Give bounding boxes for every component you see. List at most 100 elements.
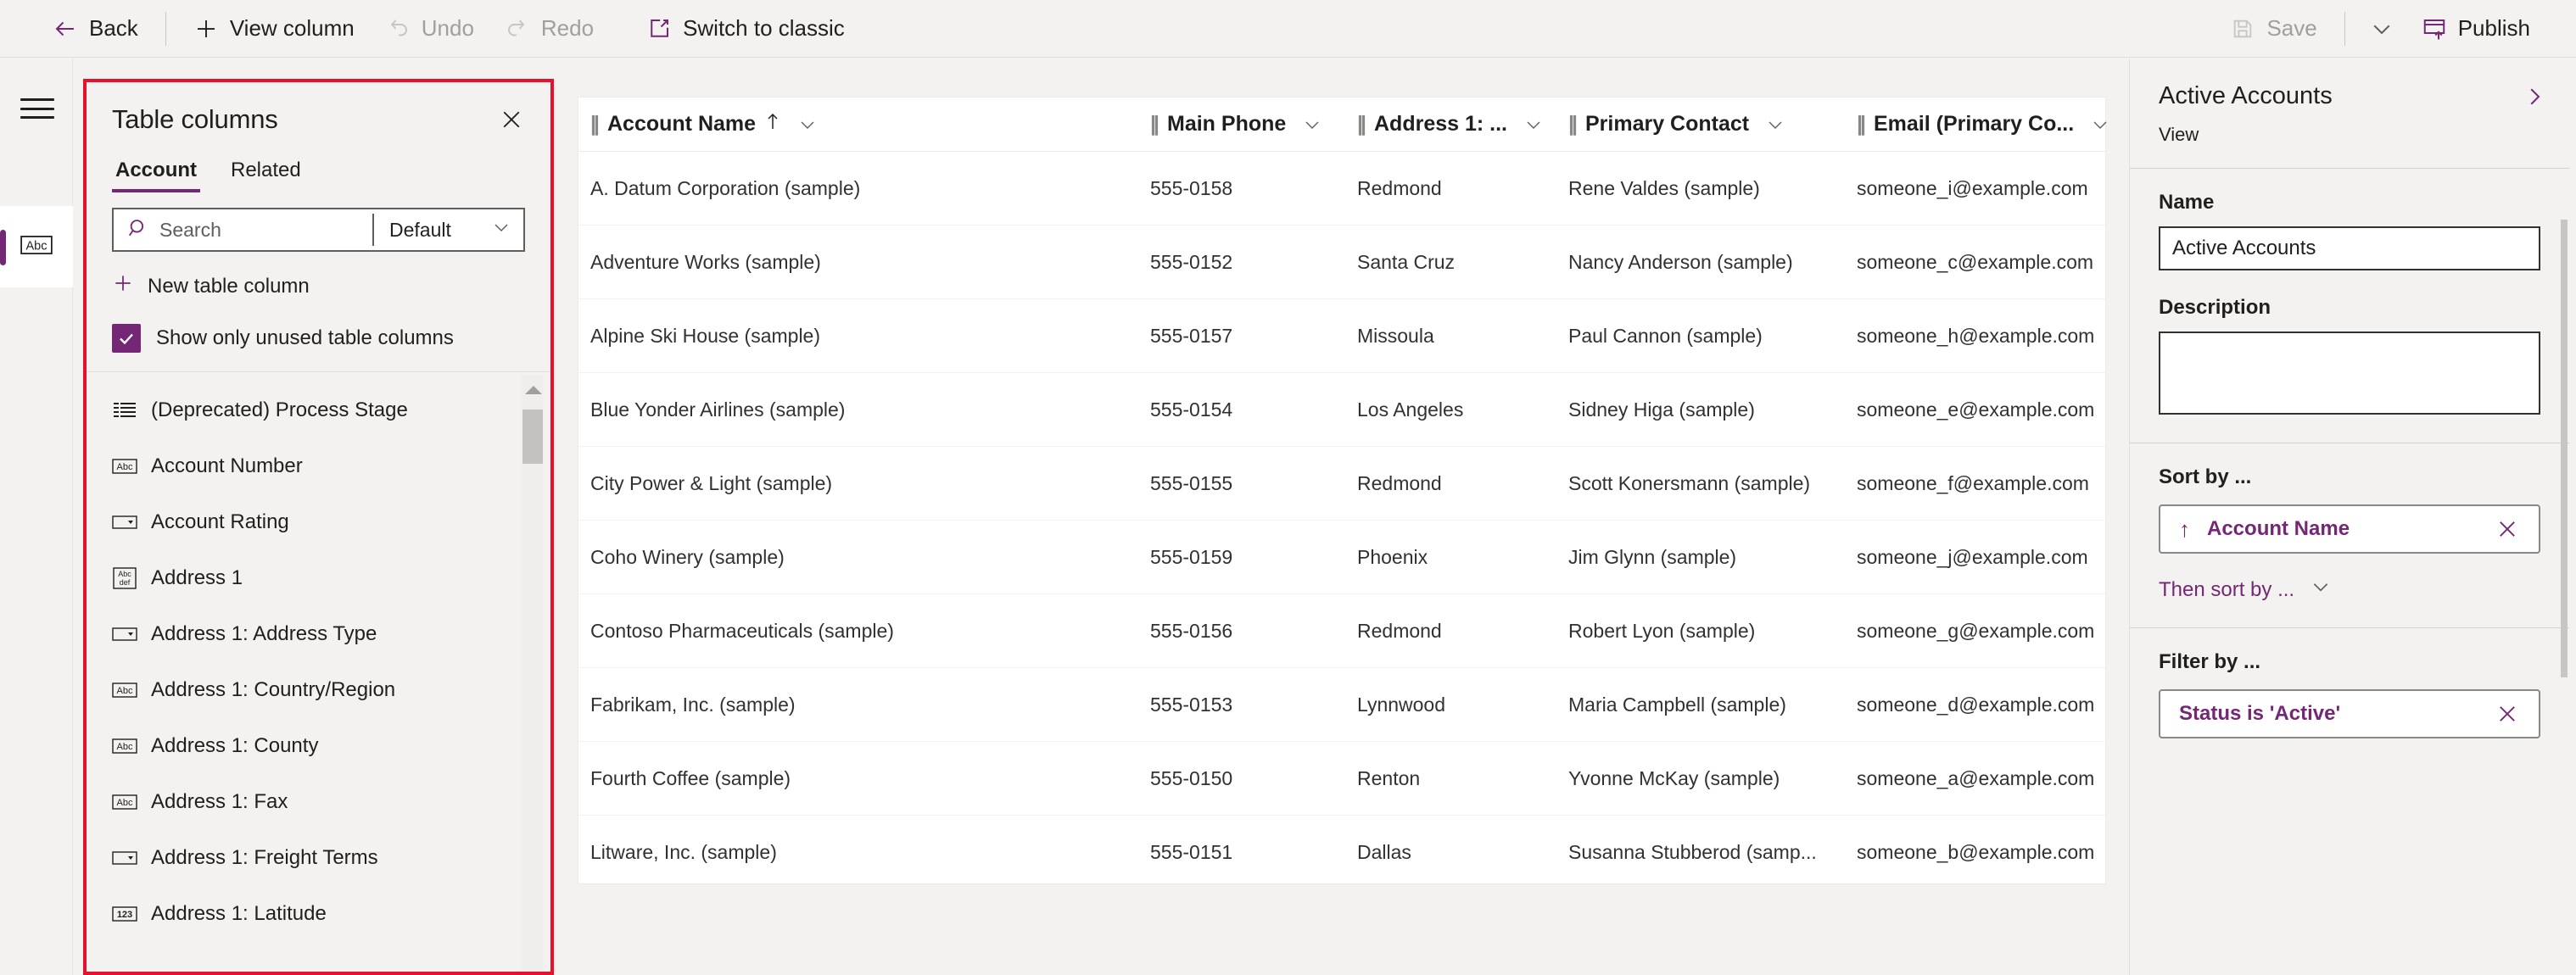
sort-ascending-arrow-icon: ↑ <box>2179 515 2190 542</box>
table-row[interactable]: Litware, Inc. (sample) 555-0151 Dallas S… <box>578 816 2105 889</box>
save-options-chevron-button[interactable] <box>2357 8 2406 49</box>
chevron-down-icon[interactable] <box>1523 114 1544 135</box>
tab-related[interactable]: Related <box>227 153 305 192</box>
list-item-label: Address 1: Fax <box>151 790 288 813</box>
then-sort-by-button[interactable]: Then sort by ... <box>2159 576 2540 604</box>
arrow-left-icon <box>53 16 78 42</box>
cell-account-name: Alpine Ski House (sample) <box>590 324 821 347</box>
new-table-column-label: New table column <box>148 274 310 298</box>
table-row[interactable]: Fabrikam, Inc. (sample) 555-0153 Lynnwoo… <box>578 668 2105 742</box>
description-textarea[interactable] <box>2159 332 2540 415</box>
cell-address-1: Los Angeles <box>1357 398 1464 421</box>
chevron-down-icon[interactable] <box>1765 114 1785 135</box>
cell-primary-contact: Susanna Stubberod (samp... <box>1568 841 1817 863</box>
table-row[interactable]: Blue Yonder Airlines (sample) 555-0154 L… <box>578 373 2105 447</box>
chevron-down-icon[interactable] <box>1302 114 1322 135</box>
filter-chip-label: Status is 'Active' <box>2179 702 2341 725</box>
search-icon <box>127 217 149 243</box>
hamburger-bar <box>20 98 54 101</box>
save-label: Save <box>2266 15 2317 41</box>
column-list-scrollbar[interactable] <box>522 376 544 972</box>
list-item[interactable]: (Deprecated) Process Stage <box>87 382 550 438</box>
collapse-panel-chevron-right-icon[interactable] <box>2518 81 2551 113</box>
list-item[interactable]: 123 Address 1: Latitude <box>87 886 550 942</box>
table-row[interactable]: A. Datum Corporation (sample) 555-0158 R… <box>578 152 2105 226</box>
chevron-down-icon[interactable] <box>797 114 818 135</box>
toolbar-divider-1 <box>165 11 166 46</box>
column-header-account-name[interactable]: || Account Name <box>578 98 1138 151</box>
cell-primary-contact: Jim Glynn (sample) <box>1568 545 1737 568</box>
name-input[interactable] <box>2159 226 2540 270</box>
column-header-email[interactable]: || Email (Primary Co... <box>1845 98 2107 151</box>
list-item-label: Account Number <box>151 454 303 477</box>
column-list-container: (Deprecated) Process Stage Abc Account N… <box>87 371 550 972</box>
cell-primary-contact: Robert Lyon (sample) <box>1568 619 1756 642</box>
remove-sort-close-icon[interactable] <box>2493 517 2522 541</box>
properties-scrollbar[interactable] <box>2561 220 2568 677</box>
table-row[interactable]: Adventure Works (sample) 555-0152 Santa … <box>578 226 2105 299</box>
text-abc-icon: Abc <box>112 735 137 757</box>
cell-address-1: Lynnwood <box>1357 693 1446 716</box>
table-row[interactable]: Contoso Pharmaceuticals (sample) 555-015… <box>578 594 2105 668</box>
svg-text:Abc: Abc <box>25 239 47 253</box>
list-item[interactable]: Abc Address 1: County <box>87 718 550 774</box>
cell-address-1: Redmond <box>1357 176 1442 199</box>
cell-email: someone_i@example.com <box>1857 176 2088 199</box>
column-header-label: Primary Contact <box>1585 112 1750 136</box>
svg-text:123: 123 <box>117 910 132 920</box>
new-table-column-button[interactable]: New table column <box>112 272 525 300</box>
list-item[interactable]: Abc Account Number <box>87 438 550 494</box>
back-button[interactable]: Back <box>37 8 154 49</box>
filter-chip-status-active[interactable]: Status is 'Active' <box>2159 689 2540 738</box>
remove-filter-close-icon[interactable] <box>2493 702 2522 726</box>
redo-icon <box>505 16 530 42</box>
toolbar-divider-2 <box>2344 11 2345 46</box>
search-input[interactable] <box>159 218 359 242</box>
list-item-label: Account Rating <box>151 510 289 533</box>
scroll-up-arrow-icon[interactable] <box>525 386 542 394</box>
svg-text:Abc: Abc <box>117 462 133 472</box>
column-filter-value: Default <box>389 218 451 241</box>
cell-main-phone: 555-0154 <box>1150 398 1233 421</box>
scrollbar-thumb[interactable] <box>522 410 543 464</box>
switch-to-classic-button[interactable]: Switch to classic <box>631 8 860 49</box>
show-unused-label: Show only unused table columns <box>156 326 454 349</box>
close-icon[interactable] <box>496 104 527 135</box>
number-123-icon: 123 <box>112 903 137 925</box>
table-row[interactable]: Alpine Ski House (sample) 555-0157 Misso… <box>578 299 2105 373</box>
column-header-address-1[interactable]: || Address 1: ... <box>1345 98 1556 151</box>
cell-email: someone_a@example.com <box>1857 766 2095 789</box>
sort-chip-account-name[interactable]: ↑ Account Name <box>2159 504 2540 554</box>
table-row[interactable]: Fourth Coffee (sample) 555-0150 Renton Y… <box>578 742 2105 816</box>
table-row[interactable]: Coho Winery (sample) 555-0159 Phoenix Ji… <box>578 521 2105 594</box>
list-item[interactable]: Address 1: Address Type <box>87 606 550 662</box>
cell-account-name: City Power & Light (sample) <box>590 471 833 494</box>
list-item[interactable]: Account Rating <box>87 494 550 550</box>
cell-address-1: Phoenix <box>1357 545 1428 568</box>
column-header-primary-contact[interactable]: || Primary Contact <box>1556 98 1845 151</box>
cell-account-name: Adventure Works (sample) <box>590 250 821 273</box>
rail-item-columns[interactable]: Abc <box>0 206 73 287</box>
publish-button[interactable]: Publish <box>2406 8 2545 49</box>
column-header-label: Main Phone <box>1167 112 1287 136</box>
table-row[interactable]: City Power & Light (sample) 555-0155 Red… <box>578 447 2105 521</box>
view-column-button[interactable]: View column <box>178 8 370 49</box>
list-item[interactable]: Abc Address 1: Fax <box>87 774 550 830</box>
list-item[interactable]: Abc def Address 1 <box>87 550 550 606</box>
show-unused-checkbox-row[interactable]: Show only unused table columns <box>112 324 525 353</box>
multiline-text-icon: Abc def <box>112 567 137 589</box>
command-bar-right-group: Save Publish <box>2215 8 2576 49</box>
cell-address-1: Renton <box>1357 766 1421 789</box>
list-item[interactable]: Address 1: Freight Terms <box>87 830 550 886</box>
tab-account[interactable]: Account <box>112 153 200 192</box>
list-item-label: Address 1: Latitude <box>151 902 327 925</box>
cell-primary-contact: Rene Valdes (sample) <box>1568 176 1760 199</box>
switch-to-classic-label: Switch to classic <box>683 15 845 41</box>
column-header-main-phone[interactable]: || Main Phone <box>1138 98 1345 151</box>
list-item[interactable]: Abc Address 1: Country/Region <box>87 662 550 718</box>
chevron-down-icon[interactable] <box>2090 114 2110 135</box>
hamburger-menu-icon[interactable] <box>20 94 54 123</box>
left-rail: Abc <box>0 58 73 975</box>
panel-tabs: Account Related <box>87 153 550 192</box>
column-filter-dropdown[interactable]: Default <box>374 209 523 250</box>
